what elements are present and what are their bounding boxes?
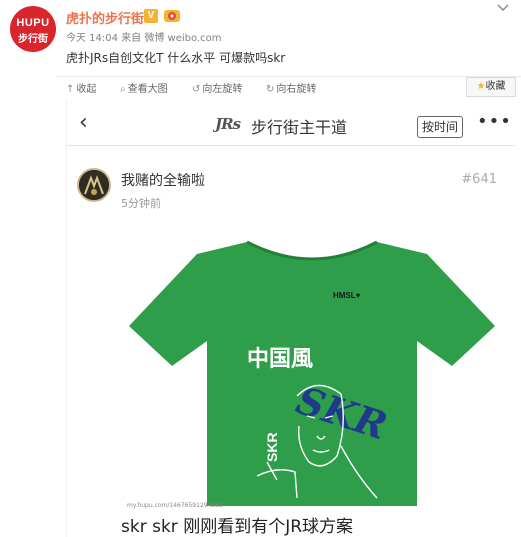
app-nav-bar: ‹ JRs 步行街主干道 按时间 ••• — [67, 100, 515, 146]
weibo-post-page: HUPU 步行街 虎扑的步行街 V 今天 14:04 来自 微博 weibo.c… — [0, 0, 521, 537]
green-tshirt-image: HMSL♥ 中国風 SKR SKR — [129, 240, 495, 506]
chevron-down-icon[interactable] — [497, 2, 511, 14]
rotate-left-label: 向左旋转 — [202, 84, 243, 95]
image-watermark: my.hupu.com/14676591294563 — [127, 502, 223, 509]
post-image[interactable]: ‹ JRs 步行街主干道 按时间 ••• 我赌的全输啦 5分钟前 #641 HM… — [66, 100, 515, 537]
weibo-post-header: HUPU 步行街 虎扑的步行街 V 今天 14:04 来自 微博 weibo.c… — [0, 0, 521, 76]
jrs-logo: JRs — [215, 115, 241, 133]
favorite-label: 收藏 — [485, 81, 506, 92]
post-time: 5分钟前 — [121, 197, 161, 210]
floor-number: #641 — [461, 172, 497, 187]
sort-by-time-button: 按时间 — [417, 116, 463, 138]
avatar-logo-subtext: 步行街 — [18, 34, 48, 45]
search-icon: ⌕ — [120, 84, 126, 95]
arrow-up-icon: ↑ — [66, 84, 75, 95]
rotate-left-icon: ↺ — [192, 84, 201, 95]
forum-title: 步行街主干道 — [251, 118, 348, 137]
post-meta: 今天 14:04 来自 微博 weibo.com — [66, 33, 222, 44]
rotate-right-button[interactable]: ↻ 向右旋转 — [266, 80, 316, 95]
post-text: 虎扑JRs自创文化T 什么水平 可爆款吗skr — [66, 51, 286, 65]
shirt-brand-text: HMSL♥ — [333, 291, 361, 300]
vip-badge-icon — [164, 10, 180, 22]
more-icon: ••• — [477, 111, 512, 132]
view-large-button[interactable]: ⌕ 查看大图 — [120, 80, 168, 95]
collapse-label: 收起 — [76, 84, 97, 95]
verified-badge-icon: V — [144, 9, 158, 23]
collapse-button[interactable]: ↑ 收起 — [66, 80, 96, 95]
username-link[interactable]: 虎扑的步行街 — [66, 8, 144, 27]
avatar-logo-text: HUPU — [16, 17, 50, 29]
image-toolbar: ↑ 收起 ⌕ 查看大图 ↺ 向左旋转 ↻ 向右旋转 — [56, 76, 521, 96]
commenter-avatar — [77, 168, 111, 202]
rotate-left-button[interactable]: ↺ 向左旋转 — [192, 80, 242, 95]
shirt-vertical-text: SKR — [264, 432, 280, 462]
favorite-button[interactable]: ★收藏 — [466, 77, 516, 97]
rotate-right-icon: ↻ — [266, 84, 275, 95]
view-large-label: 查看大图 — [127, 84, 168, 95]
commenter-name: 我赌的全输啦 — [121, 173, 205, 189]
shirt-chinese-text: 中国風 — [247, 346, 313, 372]
back-chevron-icon: ‹ — [79, 110, 88, 135]
post-caption: skr skr 刚刚看到有个JR球方案 — [121, 517, 354, 537]
rotate-right-label: 向右旋转 — [276, 84, 317, 95]
hupu-avatar[interactable]: HUPU 步行街 — [10, 6, 56, 52]
